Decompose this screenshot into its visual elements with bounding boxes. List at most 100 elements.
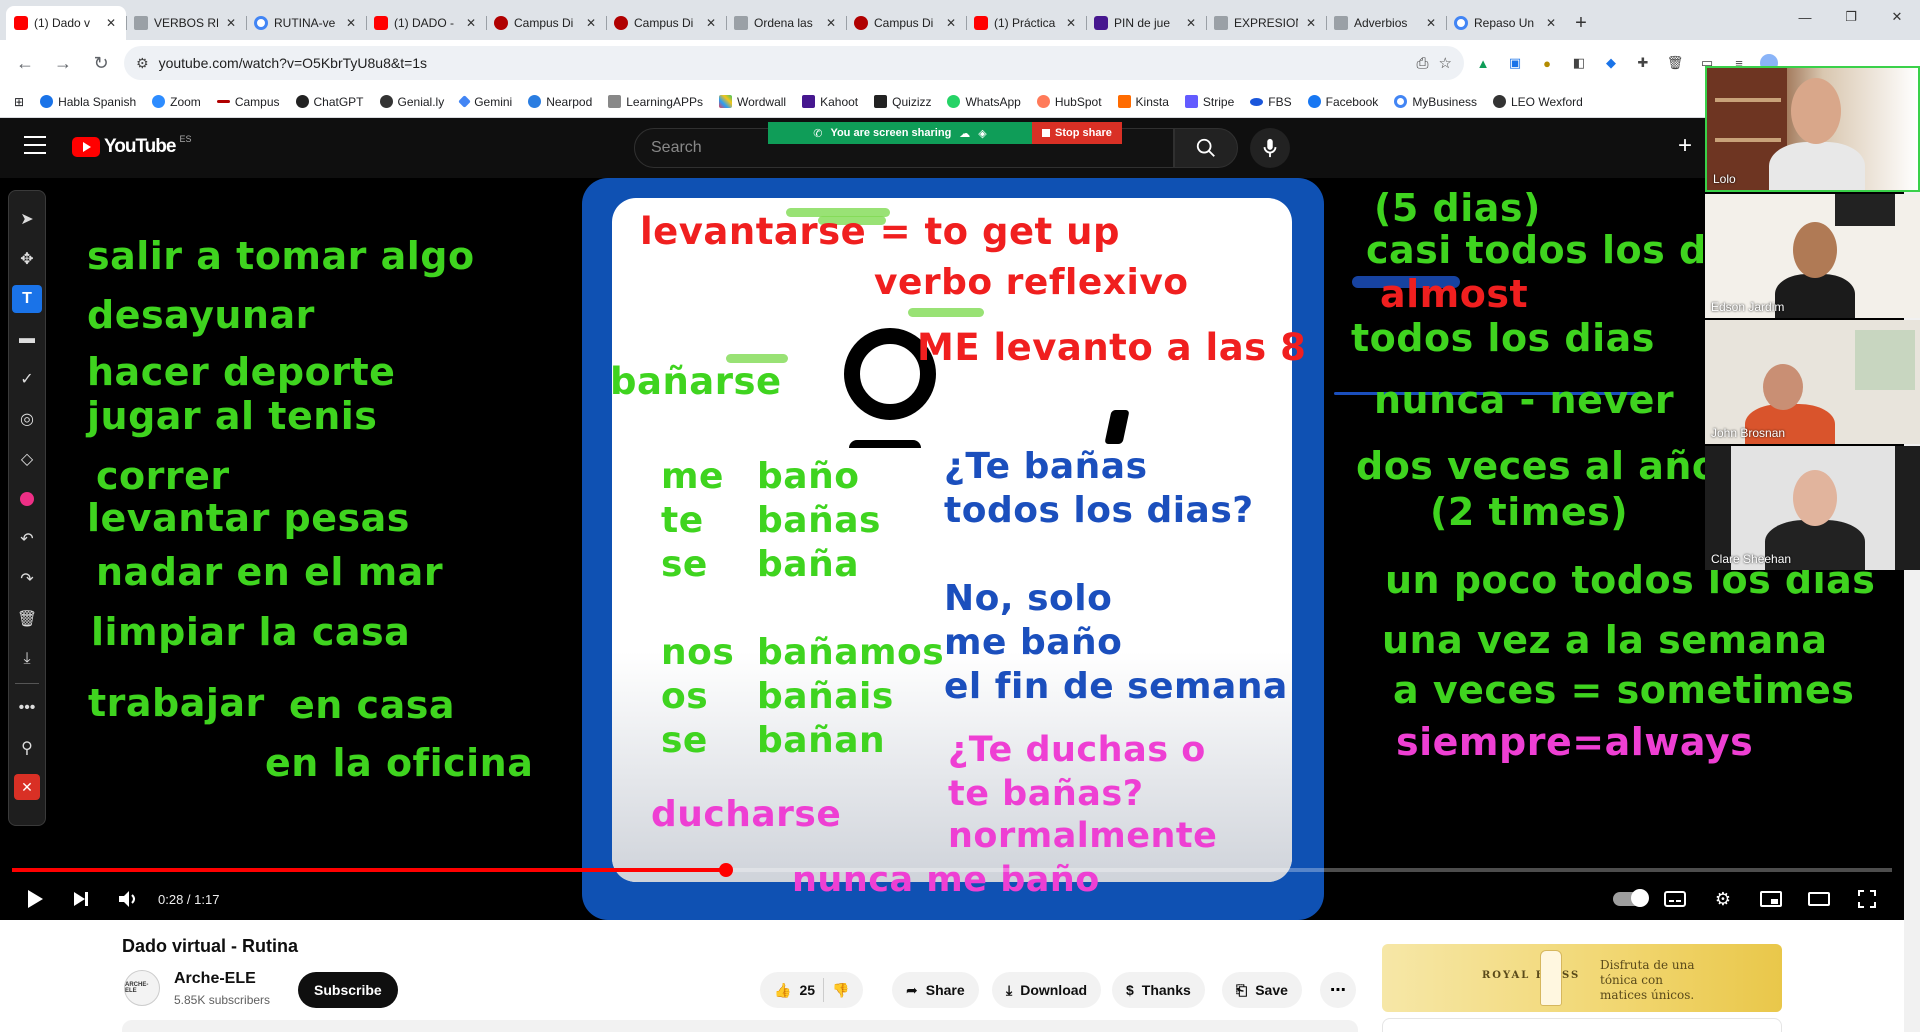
browser-tab[interactable]: VERBOS RE ✕ [126, 6, 246, 40]
thumbs-down-icon[interactable]: 👎 [832, 982, 849, 999]
extension-icon[interactable]: ◧ [1568, 52, 1590, 74]
search-button[interactable] [1174, 128, 1238, 168]
forward-arrow-icon[interactable]: → [48, 48, 78, 78]
bookmark-leo-wexford[interactable]: LEO Wexford [1493, 95, 1583, 109]
ad-banner[interactable]: ROYAL BLISS Disfruta de una tónica con m… [1382, 944, 1782, 1012]
move-icon[interactable]: ✥ [12, 239, 42, 279]
more-actions-icon[interactable]: ⋯ [1320, 972, 1356, 1008]
stop-share-button[interactable]: Stop share [1032, 122, 1122, 144]
minimize-icon[interactable]: — [1782, 0, 1828, 34]
user-pointer-icon[interactable]: ⚲ [12, 728, 42, 768]
settings-gear-icon[interactable]: ⚙ [1708, 884, 1738, 914]
channel-name[interactable]: Arche-ELE [174, 970, 256, 988]
checkmark-icon[interactable]: ✓ [12, 359, 42, 399]
browser-tab[interactable]: (1) DADO - ✕ [366, 6, 486, 40]
bookmark-campus[interactable]: Campus [216, 95, 280, 109]
video-player[interactable]: salir a tomar algo desayunar hacer depor… [0, 178, 1904, 920]
miniplayer-icon[interactable] [1756, 884, 1786, 914]
close-tab-icon[interactable]: ✕ [1544, 16, 1558, 30]
close-tab-icon[interactable]: ✕ [224, 16, 238, 30]
bookmark-nearpod[interactable]: Nearpod [528, 95, 592, 109]
progress-bar[interactable] [12, 863, 1892, 877]
stamp-icon[interactable]: ◎ [12, 399, 42, 439]
bookmark-chatgpt[interactable]: ChatGPT [295, 95, 364, 109]
browser-tab[interactable]: EXPRESION ✕ [1206, 6, 1326, 40]
address-bar[interactable]: ⚙ youtube.com/watch?v=O5KbrTyU8u8&t=1s ⎙… [124, 46, 1464, 80]
bookmark-mybusiness[interactable]: MyBusiness [1394, 95, 1477, 109]
close-tab-icon[interactable]: ✕ [824, 16, 838, 30]
redo-icon[interactable]: ↷ [12, 559, 42, 599]
extension-icon[interactable]: ◆ [1600, 52, 1622, 74]
create-icon[interactable]: + [1678, 132, 1692, 160]
browser-tab[interactable]: RUTINA-ve ✕ [246, 6, 366, 40]
browser-tab[interactable]: (1) Dado v ✕ [6, 6, 126, 40]
bookmark-learningapps[interactable]: LearningAPPs [608, 95, 703, 109]
participant-tile[interactable]: Clare Sheehan [1705, 446, 1920, 570]
fullscreen-icon[interactable] [1852, 884, 1882, 914]
bookmark-wordwall[interactable]: Wordwall [718, 95, 786, 109]
extension-icon[interactable]: ● [1536, 52, 1558, 74]
subscribe-button[interactable]: Subscribe [298, 972, 398, 1008]
play-icon[interactable] [20, 884, 50, 914]
youtube-logo[interactable]: YouTube ES [72, 134, 191, 158]
apps-grid-icon[interactable]: ⊞ [14, 95, 24, 109]
bookmark-quizizz[interactable]: Quizizz [874, 95, 931, 109]
browser-tab[interactable]: (1) Práctica ✕ [966, 6, 1086, 40]
more-dots-icon[interactable]: ••• [12, 688, 42, 728]
close-annotation-icon[interactable]: ✕ [14, 774, 40, 800]
volume-icon[interactable] [114, 884, 144, 914]
participant-tile[interactable]: Lolo [1705, 66, 1920, 192]
site-info-icon[interactable]: ⚙ [136, 55, 149, 72]
bookmark-star-icon[interactable]: ☆ [1439, 54, 1452, 72]
hamburger-menu-icon[interactable] [24, 136, 46, 154]
text-tool-icon[interactable]: T [12, 285, 42, 313]
reload-icon[interactable]: ↻ [86, 48, 116, 78]
trash-extension-icon[interactable]: ▣ [1504, 52, 1526, 74]
ad-card[interactable] [1382, 1018, 1782, 1032]
bookmark-zoom[interactable]: Zoom [152, 95, 201, 109]
undo-icon[interactable]: ↶ [12, 519, 42, 559]
close-tab-icon[interactable]: ✕ [944, 16, 958, 30]
drive-icon[interactable]: ▲ [1472, 52, 1494, 74]
close-window-icon[interactable]: ✕ [1874, 0, 1920, 34]
close-tab-icon[interactable]: ✕ [1184, 16, 1198, 30]
bookmark-fbs[interactable]: FBS [1250, 95, 1292, 109]
eraser-icon[interactable]: ◇ [12, 439, 42, 479]
browser-tab[interactable]: Campus Di ✕ [606, 6, 726, 40]
close-tab-icon[interactable]: ✕ [104, 16, 118, 30]
bookmark-facebook[interactable]: Facebook [1307, 95, 1378, 109]
theater-mode-icon[interactable] [1804, 884, 1834, 914]
restore-icon[interactable]: ❐ [1828, 0, 1874, 34]
install-icon[interactable]: ⎙ [1417, 55, 1429, 72]
bookmark-kahoot[interactable]: Kahoot [802, 95, 858, 109]
browser-tab[interactable]: Campus Di ✕ [846, 6, 966, 40]
browser-tab[interactable]: Adverbios ✕ [1326, 6, 1446, 40]
bookmark-gemini[interactable]: Gemini [458, 95, 512, 109]
browser-tab[interactable]: Ordena las ✕ [726, 6, 846, 40]
close-tab-icon[interactable]: ✕ [1304, 16, 1318, 30]
close-tab-icon[interactable]: ✕ [584, 16, 598, 30]
back-arrow-icon[interactable]: ← [10, 48, 40, 78]
voice-search-button[interactable] [1250, 128, 1290, 168]
autoplay-toggle[interactable] [1610, 884, 1650, 914]
close-tab-icon[interactable]: ✕ [704, 16, 718, 30]
like-count[interactable]: 25 [799, 982, 815, 998]
subtitles-icon[interactable] [1660, 884, 1690, 914]
bookmark-stripe[interactable]: Stripe [1184, 95, 1234, 109]
save-button[interactable]: ⎗ Save [1222, 972, 1302, 1008]
thanks-button[interactable]: $ Thanks [1112, 972, 1205, 1008]
select-arrow-icon[interactable]: ➤ [12, 199, 42, 239]
browser-tab[interactable]: Repaso Un ✕ [1446, 6, 1566, 40]
delete-icon[interactable]: 🗑 [1664, 52, 1686, 74]
participant-tile[interactable]: John Brosnan [1705, 320, 1920, 444]
new-tab-button[interactable]: + [1566, 6, 1596, 40]
participant-tile[interactable]: Edson Jardim [1705, 194, 1920, 318]
trash-icon[interactable]: 🗑 [12, 599, 42, 639]
browser-tab[interactable]: Campus Di ✕ [486, 6, 606, 40]
bookmark-genially[interactable]: Genial.ly [379, 95, 444, 109]
bookmark-habla-spanish[interactable]: Habla Spanish [40, 95, 136, 109]
bookmark-whatsapp[interactable]: WhatsApp [947, 95, 1021, 109]
channel-avatar[interactable]: ARCHE-ELE [124, 970, 160, 1006]
color-picker-icon[interactable] [12, 479, 42, 519]
description-box[interactable] [122, 1020, 1358, 1032]
